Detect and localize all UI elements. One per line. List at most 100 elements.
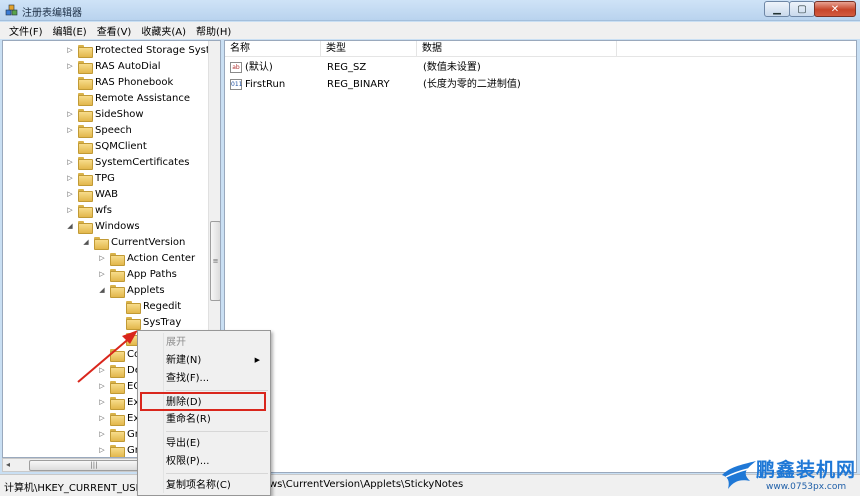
watermark-brand: 鹏鑫装机网 (756, 459, 857, 481)
expand-toggle-icon[interactable]: ▷ (97, 446, 107, 454)
title-bar: 注册表编辑器 ▁ ▢ ✕ (0, 0, 860, 21)
tree-item-label: App Paths (127, 268, 177, 280)
scroll-left-icon[interactable]: ◂ (6, 460, 10, 469)
maximize-button[interactable]: ▢ (789, 1, 815, 17)
tree-item-label: RAS AutoDial (95, 60, 161, 72)
folder-icon (110, 284, 125, 298)
expand-toggle-icon[interactable]: ▷ (97, 398, 107, 406)
tree-item-label: WAB (95, 188, 119, 200)
value-data: (长度为零的二进制值) (423, 79, 521, 90)
delete-highlight-box (140, 392, 266, 411)
tree-item[interactable]: Remote Assistance (65, 90, 190, 106)
status-path-right: ws\CurrentVersion\Applets\StickyNotes (269, 479, 464, 490)
maximize-icon: ▢ (797, 3, 807, 15)
tree-scroll-thumb[interactable]: ≡ (210, 221, 220, 301)
expand-toggle-icon[interactable]: ▷ (65, 46, 75, 54)
list-item[interactable]: ab (默认) REG_SZ (数值未设置) (225, 60, 856, 76)
expand-toggle-icon[interactable]: ▷ (97, 270, 107, 278)
expand-toggle-icon[interactable]: ▷ (65, 206, 75, 214)
folder-icon (78, 156, 93, 170)
folder-icon (78, 92, 93, 106)
folder-icon (94, 236, 109, 250)
menu-item-export[interactable]: 导出(E) (166, 435, 266, 452)
folder-icon (110, 428, 125, 442)
expand-toggle-icon[interactable]: ◢ (97, 286, 107, 294)
folder-icon (78, 140, 93, 154)
close-button[interactable]: ✕ (814, 1, 856, 17)
menu-item-permissions[interactable]: 权限(P)... (166, 453, 266, 470)
tree-item-label: CurrentVersion (111, 236, 186, 248)
expand-toggle-icon[interactable]: ▷ (65, 110, 75, 118)
menu-view[interactable]: 查看(V) (92, 23, 137, 38)
menu-item-find[interactable]: 查找(F)... (166, 370, 266, 387)
menu-separator (166, 473, 268, 474)
menu-item-rename[interactable]: 重命名(R) (166, 411, 266, 428)
expand-toggle-icon[interactable]: ▷ (97, 414, 107, 422)
menu-item-expand[interactable]: 展开 (166, 334, 266, 351)
tree-item[interactable]: ▷ TPG (65, 170, 115, 186)
folder-icon (78, 220, 93, 234)
value-name: (默认) (245, 62, 273, 73)
menu-file[interactable]: 文件(F) (4, 23, 48, 38)
column-header-data[interactable]: 数据 (417, 41, 617, 57)
tree-item[interactable]: ◢ Applets (97, 282, 165, 298)
tree-item[interactable]: ▷ App Paths (97, 266, 177, 282)
value-name: FirstRun (245, 79, 286, 90)
window-title: 注册表编辑器 (22, 8, 82, 19)
registry-values-list[interactable]: 名称 类型 数据 ab (默认) REG_SZ (数值未设置) 011 Firs… (224, 40, 857, 473)
expand-toggle-icon[interactable]: ▷ (97, 430, 107, 438)
tree-item[interactable]: ▷ RAS AutoDial (65, 58, 161, 74)
minimize-button[interactable]: ▁ (764, 1, 790, 17)
folder-icon (78, 124, 93, 138)
regedit-app-icon (5, 4, 18, 16)
value-type: REG_SZ (327, 62, 367, 73)
expand-toggle-icon[interactable]: ▷ (65, 174, 75, 182)
close-icon: ✕ (830, 3, 840, 15)
tree-item[interactable]: ▷ Protected Storage System (65, 42, 221, 58)
menu-item-new-label: 新建(N) (166, 355, 202, 366)
menu-favorites[interactable]: 收藏夹(A) (136, 23, 191, 38)
folder-icon (110, 412, 125, 426)
value-data: (数值未设置) (423, 62, 481, 73)
list-item[interactable]: 011 FirstRun REG_BINARY (长度为零的二进制值) (225, 77, 856, 93)
tree-item-label: TPG (95, 172, 115, 184)
expand-toggle-icon[interactable]: ◢ (65, 222, 75, 230)
folder-icon (78, 204, 93, 218)
tree-item[interactable]: ▷ SystemCertificates (65, 154, 189, 170)
menu-help[interactable]: 帮助(H) (191, 23, 236, 38)
menu-edit[interactable]: 编辑(E) (48, 23, 92, 38)
expand-toggle-icon[interactable]: ▷ (65, 190, 75, 198)
tree-item[interactable]: ◢ CurrentVersion (81, 234, 185, 250)
folder-icon (110, 252, 125, 266)
expand-toggle-icon[interactable]: ◢ (81, 238, 91, 246)
tree-item[interactable]: ◢ Windows (65, 218, 140, 234)
tree-item[interactable]: SQMClient (65, 138, 147, 154)
tree-item[interactable]: ▷ Speech (65, 122, 132, 138)
tree-item-label: Regedit (143, 300, 182, 312)
tree-item-label: Applets (127, 284, 165, 296)
tree-item[interactable]: Regedit (113, 298, 181, 314)
expand-toggle-icon[interactable]: ▷ (65, 126, 75, 134)
tree-item[interactable]: ▷ wfs (65, 202, 112, 218)
menu-item-copy-key-name[interactable]: 复制项名称(C) (166, 477, 266, 494)
column-header-name[interactable]: 名称 (225, 41, 321, 57)
tree-item-label: SystemCertificates (95, 156, 190, 168)
tree-item-label: Protected Storage System (95, 44, 221, 56)
value-type: REG_BINARY (327, 79, 390, 90)
tree-item[interactable]: ▷ SideShow (65, 106, 144, 122)
menu-item-new[interactable]: 新建(N) ▶ (166, 352, 266, 369)
expand-toggle-icon[interactable]: ▷ (65, 158, 75, 166)
expand-toggle-icon[interactable]: ▷ (65, 62, 75, 70)
tree-item[interactable]: RAS Phonebook (65, 74, 173, 90)
expand-toggle-icon[interactable]: ▷ (97, 254, 107, 262)
column-header-type[interactable]: 类型 (321, 41, 417, 57)
tree-item-label: Action Center (127, 252, 196, 264)
folder-icon (78, 172, 93, 186)
folder-icon (110, 444, 125, 457)
folder-icon (78, 108, 93, 122)
tree-item-label: SQMClient (95, 140, 147, 152)
tree-item[interactable]: ▷ Action Center (97, 250, 195, 266)
tree-item-label: SideShow (95, 108, 144, 120)
tree-item-label: Windows (95, 220, 140, 232)
tree-item[interactable]: ▷ WAB (65, 186, 118, 202)
